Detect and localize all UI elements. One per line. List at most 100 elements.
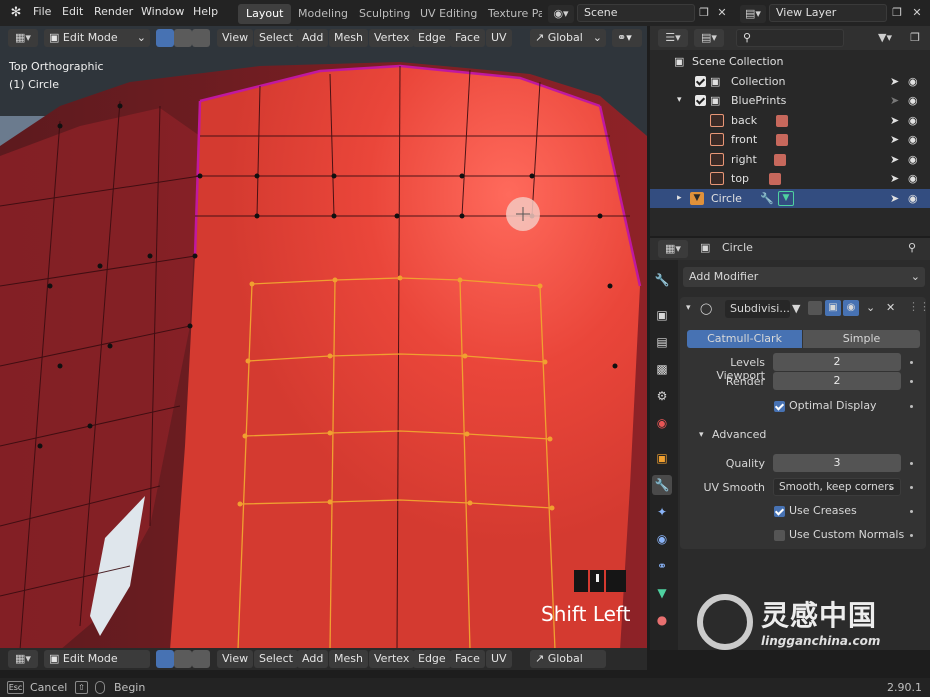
menu-uv[interactable]: UV [486, 650, 512, 668]
menu-mesh[interactable]: Mesh [329, 29, 368, 47]
menu-face[interactable]: Face [450, 29, 485, 47]
edge-select-button[interactable] [174, 650, 192, 668]
world-tab-icon[interactable]: ◉ [652, 413, 672, 433]
keyframe-dot[interactable] [910, 380, 913, 383]
tab-layout[interactable]: Layout [238, 4, 292, 24]
menu-select[interactable]: Select [254, 29, 298, 47]
mode-selector-bottom[interactable]: ▣ Edit Mode [44, 650, 150, 668]
editor-type-icon[interactable]: ▦▾ [8, 650, 38, 668]
render-tab-icon[interactable]: ▣ [652, 305, 672, 325]
uv-smooth-dropdown[interactable]: Smooth, keep corners ⌄ [773, 478, 901, 496]
eye-icon[interactable]: ◉ [908, 130, 918, 149]
use-custom-normals-checkbox[interactable] [774, 530, 785, 541]
eye-icon[interactable]: ◉ [908, 189, 918, 208]
menu-vertex[interactable]: Vertex [369, 29, 415, 47]
keyframe-dot[interactable] [910, 462, 913, 465]
close-icon[interactable]: ✕ [886, 301, 895, 314]
outliner-item-back[interactable]: back ➤ ◉ [650, 111, 930, 131]
menu-help[interactable]: Help [193, 0, 218, 26]
editor-type-icon[interactable]: ☰▾ [658, 29, 688, 47]
edge-select-button[interactable] [174, 29, 192, 47]
menu-uv[interactable]: UV [486, 29, 512, 47]
scene-selector-icon[interactable]: ◉▾ [548, 5, 574, 23]
pin-icon[interactable]: ⚲ [908, 241, 916, 254]
eye-icon[interactable]: ◉ [908, 72, 918, 91]
exclude-checkbox[interactable] [695, 75, 706, 87]
eye-icon[interactable]: ◉ [908, 150, 918, 169]
scene-field[interactable]: Scene [577, 4, 695, 22]
face-select-button[interactable] [192, 29, 210, 47]
menu-mesh[interactable]: Mesh [329, 650, 368, 668]
view-layer-selector-icon[interactable]: ▤▾ [740, 5, 766, 23]
tab-modeling[interactable]: Modeling [290, 4, 356, 24]
levels-viewport-field[interactable]: 2 [773, 353, 901, 371]
new-collection-icon[interactable]: ❐ [906, 29, 924, 47]
tab-sculpting[interactable]: Sculpting [351, 4, 418, 24]
outliner-search[interactable]: ⚲ [736, 29, 844, 47]
expand-arrow-icon[interactable]: ▸ [677, 189, 682, 208]
delete-scene-icon[interactable]: ✕ [715, 5, 729, 21]
select-arrow-icon[interactable]: ➤ [890, 150, 899, 169]
catmull-clark-button[interactable]: Catmull-Clark [687, 330, 802, 348]
keyframe-dot[interactable] [910, 405, 913, 408]
display-mode-icon[interactable]: ▤▾ [694, 29, 724, 47]
drag-handle-icon[interactable]: ⋮⋮ [908, 300, 930, 313]
outliner-item-blueprints[interactable]: ▾ ▣ BluePrints ➤ ◉ [650, 91, 930, 111]
menu-edge[interactable]: Edge [413, 650, 451, 668]
select-arrow-icon[interactable]: ➤ [890, 130, 899, 149]
quality-field[interactable]: 3 [773, 454, 901, 472]
keyframe-dot[interactable] [910, 361, 913, 364]
object-tab-icon[interactable]: ▣ [652, 448, 672, 468]
keyframe-dot[interactable] [910, 486, 913, 489]
menu-face[interactable]: Face [450, 650, 485, 668]
viewport-toggle-icon[interactable]: ▣ [825, 300, 841, 316]
keyframe-dot[interactable] [910, 534, 913, 537]
outliner-root[interactable]: ▣ Scene Collection [650, 52, 930, 72]
menu-view[interactable]: View [217, 29, 254, 47]
tab-texture-paint[interactable]: Texture Pa [480, 4, 542, 24]
3d-viewport[interactable]: ▦▾ ▣ Edit Mode ⌄ View Select Add Mesh Ver… [0, 26, 647, 650]
vertex-select-button[interactable] [156, 29, 174, 47]
menu-select[interactable]: Select [254, 650, 298, 668]
blender-logo-icon[interactable]: ✻ [8, 5, 24, 21]
menu-add[interactable]: Add [297, 29, 329, 47]
expand-arrow-icon[interactable]: ▾ [677, 91, 682, 110]
view-layer-tab-icon[interactable]: ▩ [652, 359, 672, 379]
vertex-select-button[interactable] [156, 650, 174, 668]
menu-edge[interactable]: Edge [413, 29, 451, 47]
menu-add[interactable]: Add [297, 650, 329, 668]
material-tab-icon[interactable]: ● [652, 610, 672, 630]
editor-type-icon[interactable]: ▦▾ [658, 240, 688, 258]
editor-type-icon[interactable]: ▦▾ [8, 29, 38, 47]
render-toggle-icon[interactable]: ◉ [843, 300, 859, 316]
new-scene-icon[interactable]: ❐ [697, 5, 711, 21]
transform-orientation[interactable]: ↗ Global ⌄ [530, 29, 606, 47]
select-arrow-icon[interactable]: ➤ [890, 169, 899, 188]
scene-tab-icon[interactable]: ⚙ [652, 386, 672, 406]
particles-tab-icon[interactable]: ✦ [652, 502, 672, 522]
select-arrow-icon[interactable]: ➤ [890, 111, 899, 130]
exclude-checkbox[interactable] [695, 95, 706, 106]
select-arrow-icon[interactable]: ➤ [890, 189, 899, 208]
eye-icon[interactable]: ◉ [908, 169, 918, 188]
constraints-tab-icon[interactable]: ⚭ [652, 556, 672, 576]
chevron-down-icon[interactable]: ⌄ [866, 301, 875, 314]
modifier-tab-icon[interactable]: 🔧 [652, 475, 672, 495]
pivot-icon[interactable]: ⚭▾ [612, 29, 642, 47]
mode-selector[interactable]: ▣ Edit Mode ⌄ [44, 29, 150, 47]
outliner-item-circle[interactable]: ▸ ▼ Circle 🔧 ▼ ➤ ◉ [650, 188, 930, 208]
collapse-arrow-icon[interactable]: ▾ [686, 303, 691, 313]
tool-tab-icon[interactable]: 🔧 [652, 270, 672, 290]
menu-file[interactable]: File [33, 0, 51, 26]
add-modifier-button[interactable]: Add Modifier ⌄ [683, 267, 925, 287]
face-select-button[interactable] [192, 650, 210, 668]
tab-uv-editing[interactable]: UV Editing [412, 4, 485, 24]
eye-icon[interactable]: ◉ [908, 111, 918, 130]
menu-view[interactable]: View [217, 650, 254, 668]
advanced-expand-icon[interactable]: ▾ [699, 430, 704, 440]
output-tab-icon[interactable]: ▤ [652, 332, 672, 352]
eye-icon[interactable]: ◉ [908, 91, 918, 110]
mesh-data-tab-icon[interactable]: ▼ [652, 583, 672, 603]
menu-window[interactable]: Window [141, 0, 184, 26]
menu-edit[interactable]: Edit [62, 0, 83, 26]
